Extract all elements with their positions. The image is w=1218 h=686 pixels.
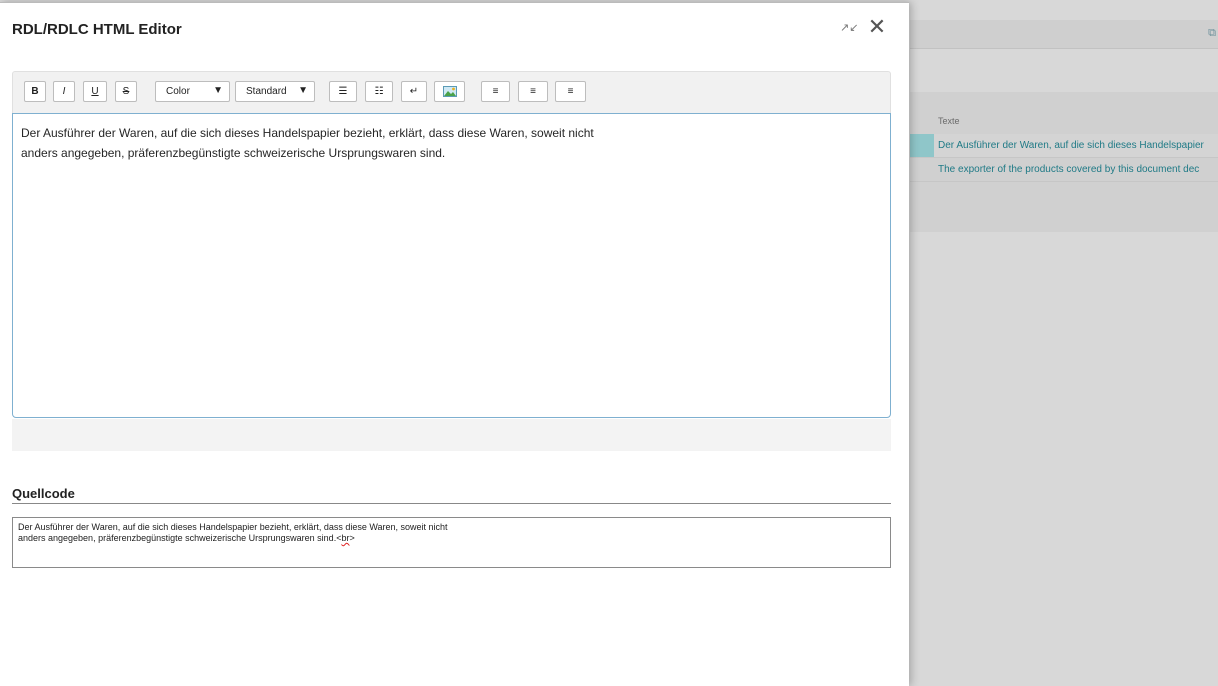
editor-text-line[interactable]: anders angegeben, präferenzbegünstigte s… <box>21 143 882 163</box>
chevron-down-icon: ▼ <box>213 85 223 96</box>
align-center-button[interactable]: ≡ <box>518 81 548 102</box>
collapse-icon[interactable]: ↗↙ <box>840 19 858 37</box>
rich-text-editor[interactable]: Der Ausführer der Waren, auf die sich di… <box>12 113 891 418</box>
align-right-icon: ≡ <box>567 86 574 97</box>
style-select-label: Standard <box>246 86 287 97</box>
source-text-line: Der Ausführer der Waren, auf die sich di… <box>18 522 448 532</box>
table-row[interactable]: The exporter of the products covered by … <box>910 158 1218 182</box>
align-left-button[interactable]: ≡ <box>481 81 510 102</box>
bold-button[interactable]: B <box>24 81 46 102</box>
editor-text-line[interactable]: Der Ausführer der Waren, auf die sich di… <box>21 123 882 143</box>
source-text-line: anders angegeben, präferenzbegünstigte s… <box>18 533 885 544</box>
editor-toolbar: B I U S Color ▼ Standard ▼ ☰ ☷ ↵ ≡ ≡ ≡ <box>12 71 891 113</box>
bullet-list-button[interactable]: ☰ <box>329 81 357 102</box>
align-center-icon: ≡ <box>530 86 536 97</box>
line-break-icon: ↵ <box>409 86 419 97</box>
line-break-button[interactable]: ↵ <box>401 81 427 102</box>
divider <box>12 503 891 504</box>
editor-status-bar <box>12 419 891 451</box>
html-editor-dialog: RDL/RDLC HTML Editor ↗↙ ✕ B I U S Color … <box>0 2 909 686</box>
background-toolbar: ⧉ <box>910 20 1218 49</box>
underline-button[interactable]: U <box>83 81 107 102</box>
color-select-label: Color <box>166 86 190 97</box>
image-icon <box>442 86 457 97</box>
source-text-suffix: > <box>349 533 355 543</box>
close-icon[interactable]: ✕ <box>866 15 888 39</box>
chevron-down-icon: ▼ <box>298 85 308 96</box>
source-text-prefix: anders angegeben, präferenzbegünstigte s… <box>18 533 342 543</box>
insert-image-button[interactable] <box>434 81 465 102</box>
align-right-button[interactable]: ≡ <box>555 81 586 102</box>
row-text[interactable]: Der Ausführer der Waren, auf die sich di… <box>938 134 1204 157</box>
source-code-textarea[interactable]: Der Ausführer der Waren, auf die sich di… <box>12 517 891 568</box>
strikethrough-button[interactable]: S <box>115 81 137 102</box>
numbered-list-button[interactable]: ☷ <box>365 81 393 102</box>
color-select[interactable]: Color ▼ <box>155 81 230 102</box>
row-text[interactable]: The exporter of the products covered by … <box>938 158 1199 181</box>
column-header-texte: Texte <box>938 116 960 126</box>
edit-icon[interactable]: ⧉ <box>1208 27 1216 40</box>
table-row[interactable]: Der Ausführer der Waren, auf die sich di… <box>910 134 1218 158</box>
bullet-list-icon: ☰ <box>338 86 348 97</box>
italic-button[interactable]: I <box>53 81 75 102</box>
numbered-list-icon: ☷ <box>374 86 384 97</box>
align-left-icon: ≡ <box>492 86 499 97</box>
row-selection-marker <box>910 134 934 157</box>
style-select[interactable]: Standard ▼ <box>235 81 315 102</box>
source-code-label: Quellcode <box>12 486 75 501</box>
dialog-title: RDL/RDLC HTML Editor <box>12 21 182 38</box>
